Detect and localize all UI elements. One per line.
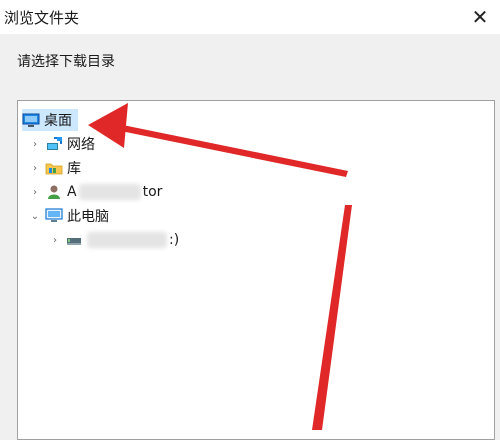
tree-item-label-end: :) (169, 232, 180, 248)
tree-item-label: 此电脑 (67, 209, 109, 225)
obscured-text (87, 232, 167, 248)
tree-item-library[interactable]: › 库 (28, 157, 81, 179)
close-button[interactable]: ✕ (460, 0, 500, 34)
expand-chevron-icon[interactable]: › (28, 133, 42, 155)
computer-icon (45, 208, 63, 224)
tree-item-label-end: tor (142, 184, 163, 200)
network-icon (45, 136, 63, 152)
expand-chevron-icon[interactable]: › (48, 229, 62, 251)
tree-item-label: 网络 (67, 137, 95, 153)
expand-chevron-icon[interactable]: › (28, 157, 42, 179)
library-icon (45, 160, 63, 176)
window-title: 浏览文件夹 (4, 9, 80, 27)
tree-item-drive[interactable]: › :) (48, 229, 179, 251)
drive-icon (65, 232, 83, 248)
user-icon (45, 184, 63, 200)
instruction-text: 请选择下载目录 (17, 54, 115, 70)
title-bar: 浏览文件夹 ✕ (0, 0, 500, 35)
tree-item-user[interactable]: › A tor (28, 181, 162, 203)
tree-item-label-start: A (67, 184, 77, 200)
obscured-text (78, 184, 141, 200)
collapse-chevron-icon[interactable]: ⌄ (28, 205, 42, 227)
tree-item-label: 库 (67, 161, 81, 177)
tree-item-network[interactable]: › 网络 (28, 133, 95, 155)
close-icon: ✕ (471, 5, 489, 29)
dialog-body: 请选择下载目录 桌面 › 网络 › 库 › A tor ⌄ 此电脑 ›:) (0, 34, 500, 440)
desktop-icon (22, 112, 40, 128)
folder-tree[interactable]: 桌面 › 网络 › 库 › A tor ⌄ 此电脑 ›:) (17, 100, 495, 440)
expand-chevron-icon[interactable]: › (28, 181, 42, 203)
tree-item-this-pc[interactable]: ⌄ 此电脑 (28, 205, 109, 227)
tree-item-desktop[interactable]: 桌面 (22, 109, 78, 131)
tree-item-label: 桌面 (44, 113, 72, 129)
